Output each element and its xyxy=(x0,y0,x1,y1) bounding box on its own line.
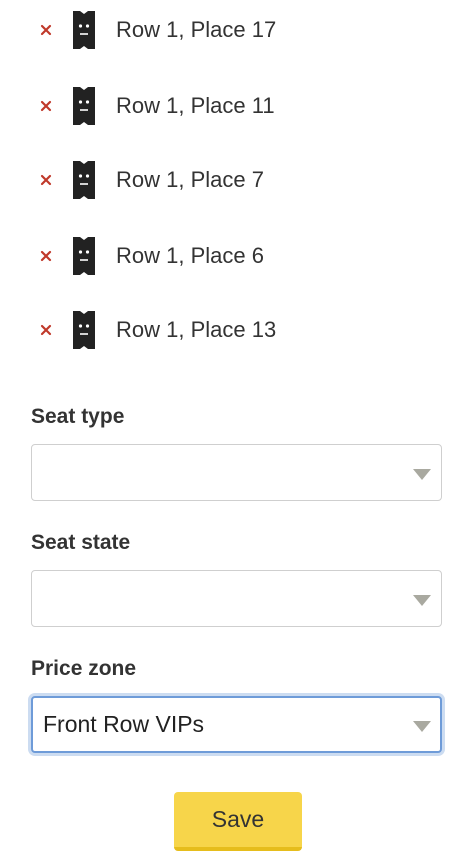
remove-seat-close-icon[interactable] xyxy=(38,248,54,264)
seat-item: Row 1, Place 6 xyxy=(38,234,264,278)
remove-seat-close-icon[interactable] xyxy=(38,172,54,188)
seat-state-select[interactable] xyxy=(31,570,442,627)
seat-label: Row 1, Place 11 xyxy=(116,93,275,118)
seat-item: Row 1, Place 13 xyxy=(38,308,276,352)
seat-label: Row 1, Place 13 xyxy=(116,317,277,342)
ticket-icon xyxy=(72,160,96,200)
chevron-down-icon xyxy=(413,595,431,606)
seat-item: Row 1, Place 11 xyxy=(38,84,275,128)
ticket-icon xyxy=(72,86,96,126)
remove-seat-close-icon[interactable] xyxy=(38,22,54,38)
seat-item: Row 1, Place 7 xyxy=(38,158,264,202)
remove-seat-close-icon[interactable] xyxy=(38,98,54,114)
chevron-down-icon xyxy=(413,721,431,732)
price-zone-select[interactable]: Front Row VIPs xyxy=(31,696,442,753)
price-zone-value: Front Row VIPs xyxy=(43,711,205,737)
price-zone-label: Price zone xyxy=(31,657,137,680)
ticket-icon xyxy=(72,310,96,350)
remove-seat-close-icon[interactable] xyxy=(38,322,54,338)
seat-item: Row 1, Place 17 xyxy=(38,8,276,52)
seat-type-label: Seat type xyxy=(31,405,125,428)
seat-state-label: Seat state xyxy=(31,531,131,554)
seat-label: Row 1, Place 6 xyxy=(116,243,264,268)
seat-type-select[interactable] xyxy=(31,444,442,501)
save-button[interactable]: Save xyxy=(174,792,302,851)
ticket-icon xyxy=(72,236,96,276)
ticket-icon xyxy=(72,10,96,50)
seat-label: Row 1, Place 17 xyxy=(116,17,277,42)
seat-label: Row 1, Place 7 xyxy=(116,167,264,192)
chevron-down-icon xyxy=(413,469,431,480)
